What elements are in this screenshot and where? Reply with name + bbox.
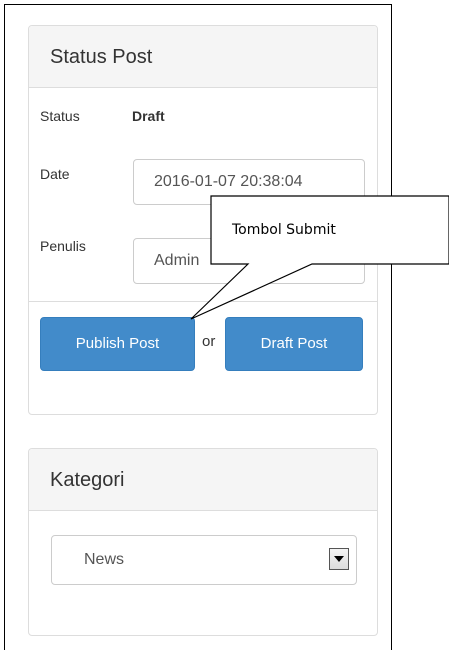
date-label: Date: [40, 166, 70, 182]
category-panel: Kategori News: [28, 448, 378, 636]
category-heading: Kategori: [29, 449, 377, 511]
or-separator: or: [202, 333, 216, 350]
triangle-down-icon[interactable]: [329, 548, 349, 570]
author-input[interactable]: Admin: [133, 238, 365, 284]
status-post-heading: Status Post: [29, 26, 377, 88]
draft-post-button[interactable]: Draft Post: [225, 317, 363, 371]
author-label: Penulis: [40, 238, 86, 254]
callout-label: Tombol Submit: [232, 222, 336, 238]
category-selected-value: News: [84, 551, 125, 568]
triangle-down-glyph: [334, 556, 344, 562]
panel-divider: [29, 301, 377, 302]
date-input[interactable]: 2016-01-07 20:38:04: [133, 159, 365, 205]
publish-post-button[interactable]: Publish Post: [40, 317, 195, 371]
status-label: Status: [40, 108, 80, 124]
status-post-panel: Status Post Status Draft Date 2016-01-07…: [28, 25, 378, 415]
status-value: Draft: [132, 108, 165, 124]
category-select[interactable]: News: [51, 535, 357, 585]
